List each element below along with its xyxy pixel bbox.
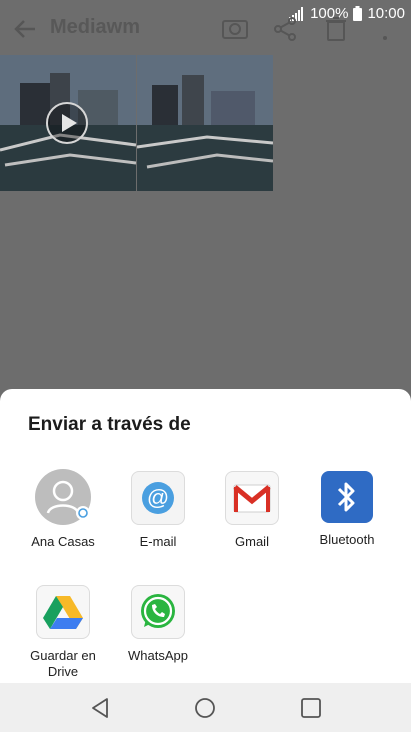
- google-drive-icon: [36, 585, 90, 639]
- recents-button[interactable]: [298, 695, 324, 721]
- share-sheet: Enviar a través de Ana Casas @ E-mail Gm…: [0, 389, 411, 683]
- photo-thumbnail[interactable]: [137, 55, 273, 191]
- gmail-icon: [225, 471, 279, 525]
- back-button[interactable]: [88, 695, 114, 721]
- share-target-bluetooth[interactable]: Bluetooth: [299, 471, 395, 548]
- share-target-ana-casas[interactable]: Ana Casas: [15, 469, 111, 550]
- video-thumbnail[interactable]: [0, 55, 136, 191]
- svg-text:@: @: [147, 485, 169, 510]
- app-title: Mediawm: [50, 16, 141, 38]
- home-button[interactable]: [192, 695, 218, 721]
- app-bar: Mediawm: [0, 10, 411, 50]
- share-target-label: E-mail: [139, 534, 177, 549]
- delete-icon[interactable]: [325, 16, 347, 42]
- share-sheet-title: Enviar a través de: [28, 414, 191, 435]
- back-arrow-icon[interactable]: [14, 19, 36, 39]
- navigation-bar: [0, 683, 411, 732]
- camera-icon[interactable]: [221, 16, 249, 40]
- share-target-label: Bluetooth: [319, 532, 375, 547]
- bluetooth-icon: [321, 471, 373, 523]
- share-target-label: Guardar en Drive: [30, 648, 96, 679]
- share-target-label: WhatsApp: [128, 648, 188, 663]
- share-target-google-drive[interactable]: Guardar en Drive: [15, 585, 111, 680]
- share-target-label: Ana Casas: [31, 534, 95, 549]
- email-at-icon: @: [131, 471, 185, 525]
- share-target-label: Gmail: [235, 534, 269, 549]
- share-icon[interactable]: [272, 16, 298, 42]
- share-target-whatsapp[interactable]: WhatsApp: [110, 585, 206, 664]
- share-target-email[interactable]: @ E-mail: [110, 471, 206, 550]
- contact-avatar-icon: [35, 469, 91, 525]
- share-target-gmail[interactable]: Gmail: [204, 471, 300, 550]
- more-options-icon[interactable]: [381, 22, 389, 44]
- whatsapp-icon: [131, 585, 185, 639]
